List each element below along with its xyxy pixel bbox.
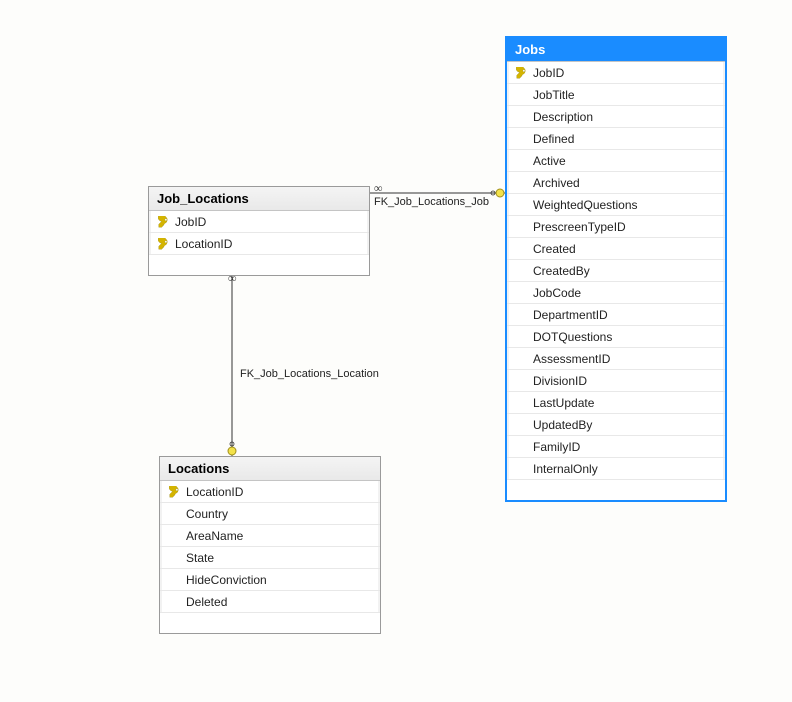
entity-padding [149, 255, 369, 275]
table-row[interactable]: Country [160, 503, 380, 525]
column-name: JobID [173, 215, 363, 229]
table-row[interactable]: Defined [507, 128, 725, 150]
primary-key-icon [169, 486, 181, 498]
column-name: PrescreenTypeID [531, 220, 719, 234]
column-name: DivisionID [531, 374, 719, 388]
table-row[interactable]: AssessmentID [507, 348, 725, 370]
svg-text:∞: ∞ [374, 181, 383, 195]
table-row[interactable]: LocationID [160, 481, 380, 503]
column-name: Created [531, 242, 719, 256]
column-name: AreaName [184, 529, 374, 543]
column-name: WeightedQuestions [531, 198, 719, 212]
table-row[interactable]: DivisionID [507, 370, 725, 392]
table-row[interactable]: LocationID [149, 233, 369, 255]
entity-title: Locations [160, 457, 380, 481]
table-row[interactable]: State [160, 547, 380, 569]
column-name: CreatedBy [531, 264, 719, 278]
table-row[interactable]: InternalOnly [507, 458, 725, 480]
column-name: LastUpdate [531, 396, 719, 410]
primary-key-icon [158, 238, 170, 250]
column-name: Deleted [184, 595, 374, 609]
column-name: JobID [531, 66, 719, 80]
table-row[interactable]: JobID [507, 62, 725, 84]
table-row[interactable]: Active [507, 150, 725, 172]
table-row[interactable]: HideConviction [160, 569, 380, 591]
column-name: AssessmentID [531, 352, 719, 366]
table-row[interactable]: UpdatedBy [507, 414, 725, 436]
entity-job-locations[interactable]: Job_Locations JobID LocationID [148, 186, 370, 276]
table-row[interactable]: Archived [507, 172, 725, 194]
column-name: LocationID [173, 237, 363, 251]
entity-columns: JobID LocationID [149, 211, 369, 275]
table-row[interactable]: JobTitle [507, 84, 725, 106]
column-name: UpdatedBy [531, 418, 719, 432]
column-name: JobCode [531, 286, 719, 300]
relationship-line-jobs: ∞ [370, 181, 505, 197]
entity-columns: JobID JobTitle Description Defined Activ… [507, 62, 725, 500]
primary-key-icon [158, 216, 170, 228]
entity-padding [507, 480, 725, 500]
table-row[interactable]: Created [507, 238, 725, 260]
relationship-line-locations: ∞ [228, 270, 237, 456]
column-name: JobTitle [531, 88, 719, 102]
entity-locations[interactable]: Locations LocationID Country AreaName St… [159, 456, 381, 634]
column-name: State [184, 551, 374, 565]
entity-columns: LocationID Country AreaName State HideCo… [160, 481, 380, 633]
column-name: DOTQuestions [531, 330, 719, 344]
column-name: Active [531, 154, 719, 168]
column-name: FamilyID [531, 440, 719, 454]
table-row[interactable]: PrescreenTypeID [507, 216, 725, 238]
table-row[interactable]: JobID [149, 211, 369, 233]
table-row[interactable]: LastUpdate [507, 392, 725, 414]
table-row[interactable]: DOTQuestions [507, 326, 725, 348]
column-name: DepartmentID [531, 308, 719, 322]
entity-title: Jobs [507, 38, 725, 62]
column-name: LocationID [184, 485, 374, 499]
relationship-label-locations: FK_Job_Locations_Location [240, 368, 379, 380]
diagram-canvas[interactable]: ∞ ∞ FK_Job_Locations_Job FK_Job_Location… [0, 0, 792, 702]
column-name: Archived [531, 176, 719, 190]
table-row[interactable]: AreaName [160, 525, 380, 547]
table-row[interactable]: Description [507, 106, 725, 128]
table-row[interactable]: CreatedBy [507, 260, 725, 282]
column-name: HideConviction [184, 573, 374, 587]
primary-key-icon [516, 67, 528, 79]
entity-title: Job_Locations [149, 187, 369, 211]
table-row[interactable]: WeightedQuestions [507, 194, 725, 216]
relationship-label-jobs: FK_Job_Locations_Job [374, 196, 489, 208]
column-name: Description [531, 110, 719, 124]
entity-padding [160, 613, 380, 633]
table-row[interactable]: JobCode [507, 282, 725, 304]
table-row[interactable]: FamilyID [507, 436, 725, 458]
column-name: Defined [531, 132, 719, 146]
table-row[interactable]: DepartmentID [507, 304, 725, 326]
column-name: Country [184, 507, 374, 521]
column-name: InternalOnly [531, 462, 719, 476]
table-row[interactable]: Deleted [160, 591, 380, 613]
entity-jobs[interactable]: Jobs JobID JobTitle Description Defined … [505, 36, 727, 502]
